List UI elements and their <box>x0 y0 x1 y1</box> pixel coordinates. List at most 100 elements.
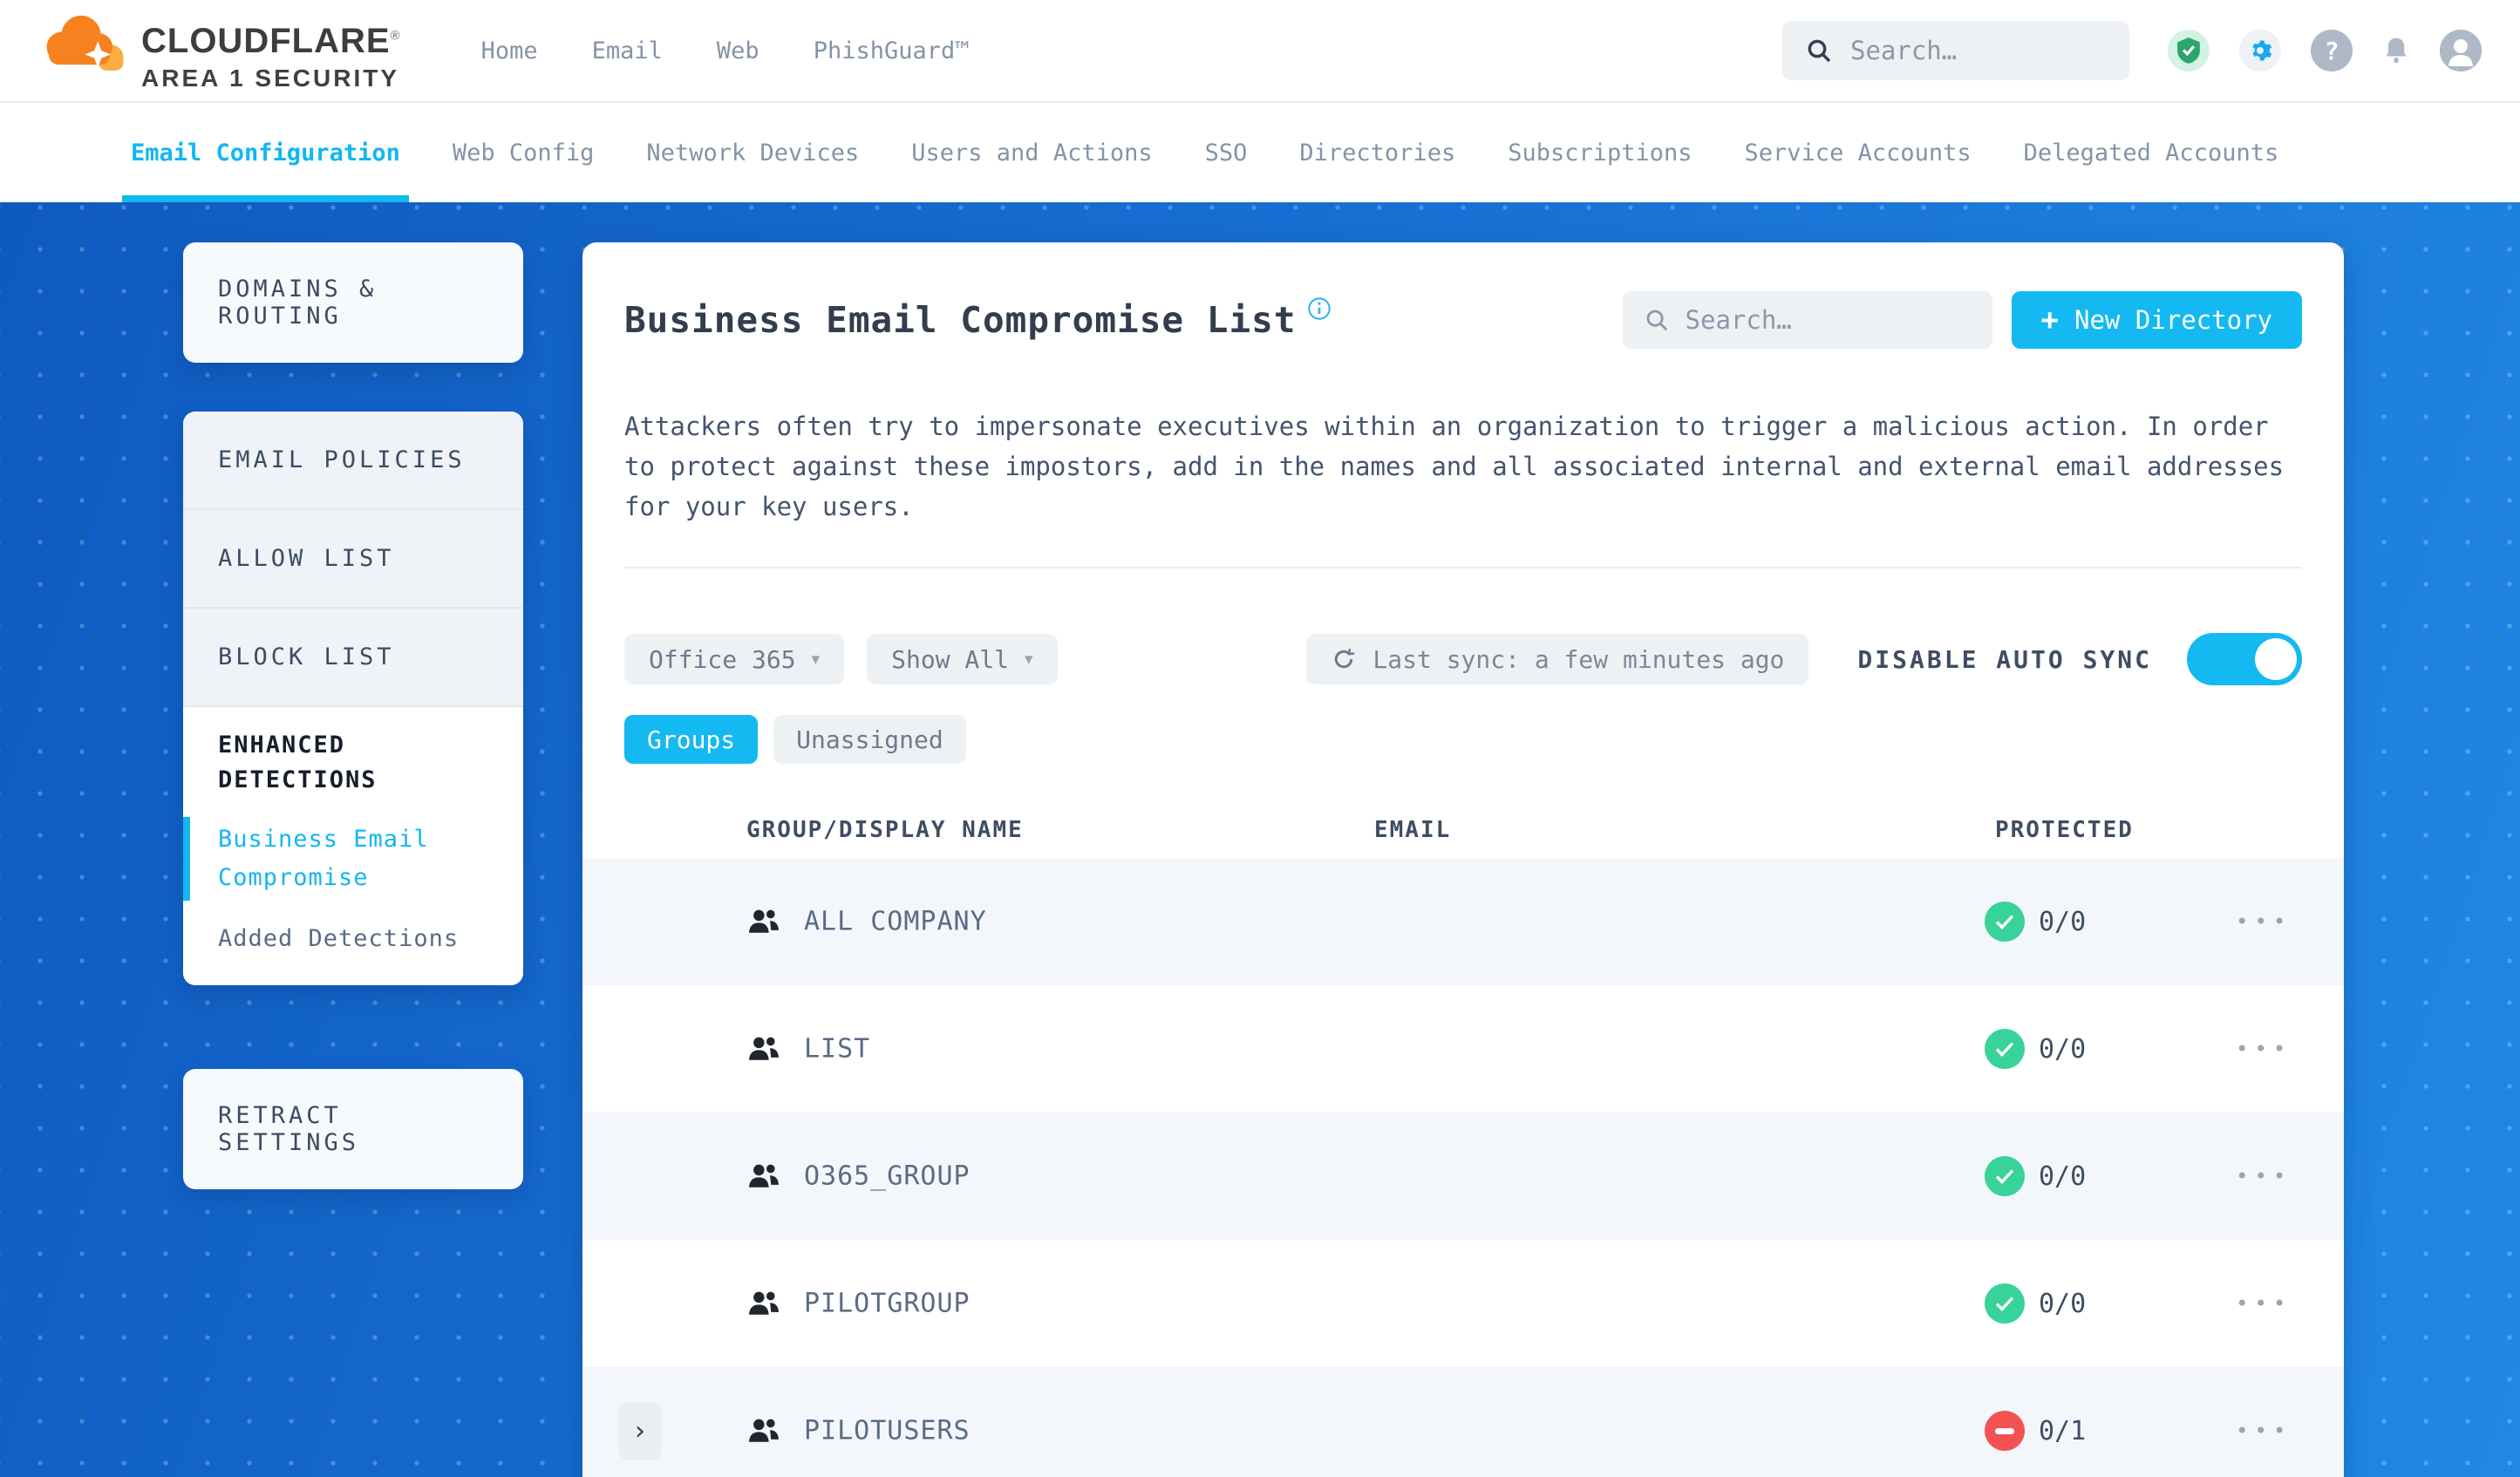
tab-directories[interactable]: Directories <box>1299 103 1455 202</box>
protected-count: 0/0 <box>2039 1288 2087 1319</box>
expand-row-button[interactable]: › <box>619 1402 661 1460</box>
row-menu-icon[interactable]: ••• <box>2236 1419 2292 1443</box>
plus-icon: + <box>2040 303 2060 337</box>
group-icon <box>746 1161 781 1191</box>
notifications-bell-icon[interactable] <box>2382 36 2410 65</box>
row-menu-icon[interactable]: ••• <box>2236 1164 2292 1188</box>
tab-service-accounts[interactable]: Service Accounts <box>1745 103 1972 202</box>
group-icon <box>746 1416 781 1446</box>
group-name: LIST <box>804 1033 871 1065</box>
tab-network-devices[interactable]: Network Devices <box>646 103 859 202</box>
group-name: ALL COMPANY <box>804 906 987 937</box>
sidebar-policies-card: EMAIL POLICIES ALLOW LIST BLOCK LIST ENH… <box>183 412 523 985</box>
not-protected-icon <box>1985 1411 2025 1451</box>
help-icon[interactable]: ? <box>2311 30 2353 71</box>
protected-check-icon <box>1985 902 2025 942</box>
chevron-down-icon: ▾ <box>1024 650 1033 669</box>
column-group-display-name: GROUP/DISPLAY NAME <box>746 817 1024 843</box>
tab-sso[interactable]: SSO <box>1205 103 1248 202</box>
nav-phishguard[interactable]: PhishGuard™ <box>814 37 970 65</box>
sidebar-item-block-list[interactable]: BLOCK LIST <box>183 609 523 707</box>
search-icon <box>1805 37 1833 65</box>
protected-count: 0/0 <box>2039 1160 2087 1192</box>
chevron-down-icon: ▾ <box>811 650 821 669</box>
tab-subscriptions[interactable]: Subscriptions <box>1508 103 1692 202</box>
tab-web-config[interactable]: Web Config <box>453 103 595 202</box>
table-row: ALL COMPANY 0/0 ••• <box>582 858 2344 985</box>
group-icon <box>746 907 781 936</box>
group-icon <box>746 1289 781 1318</box>
group-icon <box>746 1034 781 1064</box>
sidebar-item-email-policies[interactable]: EMAIL POLICIES <box>183 412 523 510</box>
nav-home[interactable]: Home <box>481 37 538 65</box>
refresh-icon <box>1331 646 1357 672</box>
table-header: GROUP/DISPLAY NAME EMAIL PROTECTED <box>582 802 2344 858</box>
global-search-input[interactable] <box>1850 36 2107 65</box>
directory-select[interactable]: Office 365 ▾ <box>624 634 845 684</box>
column-protected: PROTECTED <box>1995 817 2134 843</box>
sidebar: DOMAINS & ROUTING EMAIL POLICIES ALLOW L… <box>183 242 523 1189</box>
sidebar-item-domains-routing[interactable]: DOMAINS & ROUTING <box>183 242 523 363</box>
row-menu-icon[interactable]: ••• <box>2236 909 2292 934</box>
brand-name: CLOUDFLARE® <box>141 21 401 60</box>
row-menu-icon[interactable]: ••• <box>2236 1037 2292 1061</box>
table-row: › PILOTUSERS 0/1 ••• <box>582 1367 2344 1477</box>
sidebar-item-business-email-compromise[interactable]: Business Email Compromise <box>183 817 488 901</box>
list-search-input[interactable] <box>1685 305 1972 335</box>
view-tab-groups[interactable]: Groups <box>624 715 759 764</box>
auto-sync-toggle[interactable] <box>2187 633 2302 685</box>
protected-count: 0/1 <box>2039 1415 2087 1446</box>
group-name: O365_GROUP <box>804 1160 971 1192</box>
last-sync-button[interactable]: Last sync: a few minutes ago <box>1306 634 1809 684</box>
table-row: O365_GROUP 0/0 ••• <box>582 1113 2344 1240</box>
page-description: Attackers often try to impersonate execu… <box>624 412 2285 521</box>
nav-web[interactable]: Web <box>717 37 759 65</box>
section-tabs: Email Configuration Web Config Network D… <box>0 103 2520 202</box>
list-search[interactable] <box>1622 291 1992 349</box>
protected-check-icon <box>1985 1029 2025 1069</box>
info-icon[interactable] <box>1307 296 1332 321</box>
protected-count: 0/0 <box>2039 906 2087 937</box>
protected-check-icon <box>1985 1283 2025 1324</box>
nav-email[interactable]: Email <box>592 37 663 65</box>
top-nav: Home Email Web PhishGuard™ <box>481 37 970 65</box>
group-name: PILOTGROUP <box>804 1288 971 1319</box>
page-title: Business Email Compromise List <box>624 299 1297 341</box>
sidebar-section-enhanced-detections: ENHANCED DETECTIONS Business Email Compr… <box>183 707 523 985</box>
tab-email-configuration[interactable]: Email Configuration <box>122 103 409 202</box>
new-directory-button[interactable]: + New Directory <box>2011 291 2302 349</box>
sidebar-item-retract-settings[interactable]: RETRACT SETTINGS <box>183 1069 523 1189</box>
search-icon <box>1644 307 1670 333</box>
header-icons: ? <box>2168 30 2482 71</box>
settings-gear-icon[interactable] <box>2239 30 2281 71</box>
disable-auto-sync-label: DISABLE AUTO SYNC <box>1857 644 2152 674</box>
protection-status-icon[interactable] <box>2168 30 2210 71</box>
tab-delegated-accounts[interactable]: Delegated Accounts <box>2024 103 2279 202</box>
cloudflare-logo: CLOUDFLARE® AREA 1 SECURITY <box>40 11 401 91</box>
chevron-right-icon: › <box>635 1415 645 1446</box>
main-panel: Business Email Compromise List + New Dir… <box>582 242 2344 1477</box>
protected-check-icon <box>1985 1156 2025 1196</box>
tab-users-and-actions[interactable]: Users and Actions <box>911 103 1152 202</box>
protected-count: 0/0 <box>2039 1033 2087 1065</box>
show-filter-select[interactable]: Show All ▾ <box>867 634 1058 684</box>
toggle-knob <box>2255 638 2297 680</box>
account-avatar-icon[interactable] <box>2440 30 2482 71</box>
divider <box>624 567 2302 568</box>
table-row: LIST 0/0 ••• <box>582 985 2344 1113</box>
group-name: PILOTUSERS <box>804 1415 971 1446</box>
registered-mark: ® <box>390 28 401 44</box>
cloudflare-cloud-icon <box>40 11 131 83</box>
brand-subtitle: AREA 1 SECURITY <box>141 64 400 92</box>
view-tabs: Groups Unassigned <box>624 715 2302 764</box>
column-email: EMAIL <box>1374 817 1452 843</box>
top-bar: CLOUDFLARE® AREA 1 SECURITY Home Email W… <box>0 0 2520 103</box>
global-search[interactable] <box>1782 21 2129 80</box>
view-tab-unassigned[interactable]: Unassigned <box>773 715 966 764</box>
page-background: DOMAINS & ROUTING EMAIL POLICIES ALLOW L… <box>0 202 2520 1477</box>
sidebar-item-allow-list[interactable]: ALLOW LIST <box>183 510 523 609</box>
enhanced-detections-heading: ENHANCED DETECTIONS <box>218 732 378 793</box>
row-menu-icon[interactable]: ••• <box>2236 1291 2292 1316</box>
sidebar-item-added-detections[interactable]: Added Detections <box>218 925 488 952</box>
table-row: PILOTGROUP 0/0 ••• <box>582 1240 2344 1367</box>
